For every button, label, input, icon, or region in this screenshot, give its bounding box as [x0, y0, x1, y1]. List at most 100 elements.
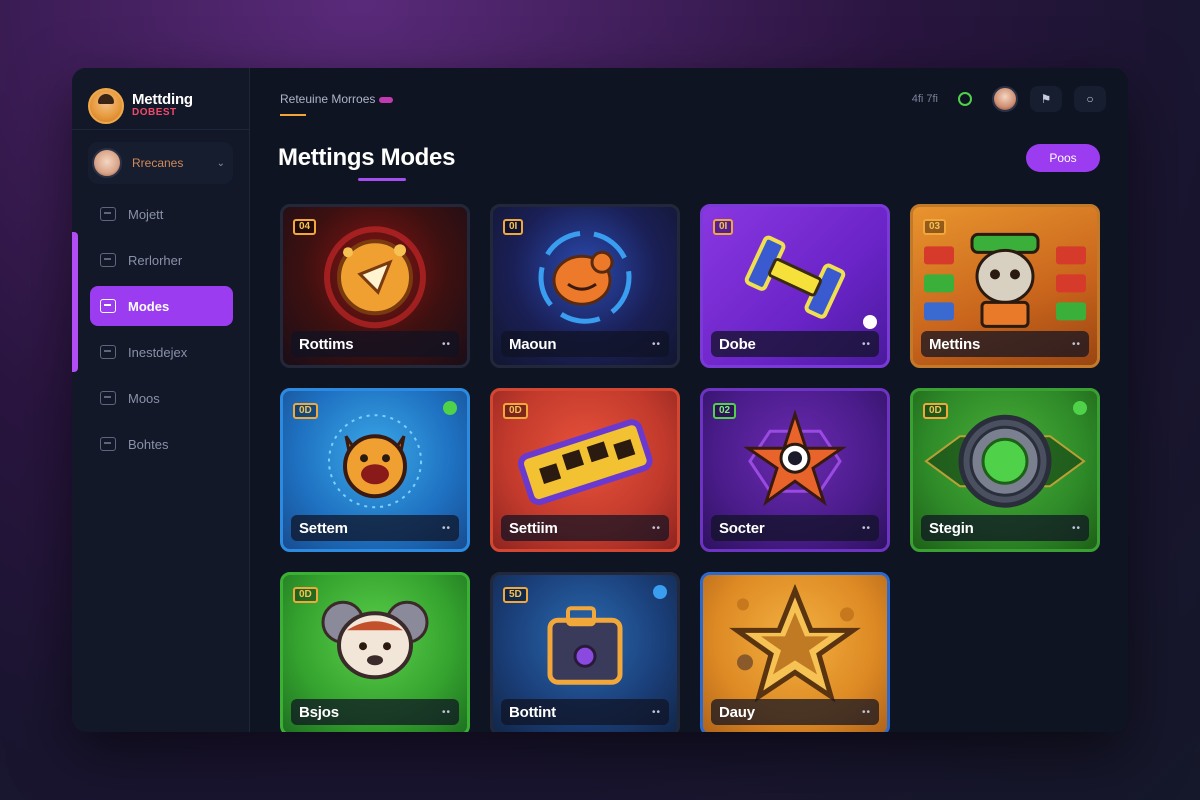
mode-card[interactable]: Dauy ••	[700, 572, 890, 732]
sidebar: Mettding DOBEST Rrecanes ⌄ Mojett Rerlor…	[72, 68, 250, 732]
diamond-icon[interactable]	[653, 585, 667, 599]
card-label: Socter	[719, 519, 765, 537]
card-label: Mettins	[929, 335, 981, 353]
list-icon	[100, 345, 116, 359]
card-label-bar: Mettins ••	[921, 331, 1089, 357]
page-header: Mettings Modes Poos	[250, 130, 1128, 178]
breadcrumb-underline	[280, 114, 306, 116]
mode-card[interactable]: 03 Mettins ••	[910, 204, 1100, 368]
card-label: Rottims	[299, 335, 354, 353]
card-label-bar: Bsjos ••	[291, 699, 459, 725]
sidebar-item-label: Inestdejex	[128, 344, 188, 360]
card-label: Settem	[299, 519, 348, 537]
main-content: Reteuine Morroes 4fi 7fi ⚑ ○ Mettings Mo…	[250, 68, 1128, 732]
profile-switcher[interactable]: Rrecanes ⌄	[88, 142, 233, 184]
vault-gear-icon	[924, 414, 1086, 508]
big-star-icon	[729, 584, 861, 703]
more-icon[interactable]: ••	[442, 523, 451, 534]
mode-card[interactable]: 0D Settem ••	[280, 388, 470, 552]
sidebar-item-label: Rerlorher	[128, 252, 183, 268]
status-text: 4fi 7fi	[911, 93, 938, 105]
sidebar-item-rerlorher[interactable]: Rerlorher	[90, 240, 233, 280]
sidebar-nav: Mojett Rerlorher Modes Inestdejex Moos B…	[72, 194, 249, 464]
card-label-bar: Bottint ••	[501, 699, 669, 725]
star-eye-icon	[743, 409, 847, 507]
shield-emblem-icon	[324, 226, 426, 329]
top-actions: 4fi 7fi ⚑ ○	[912, 86, 1106, 112]
card-label-bar: Stegin ••	[921, 515, 1089, 541]
more-icon[interactable]: ••	[652, 523, 661, 534]
modes-grid: 04 Rottims •• 0I Maoun •• 0I Dobe •• 03 …	[280, 204, 1100, 732]
koala-creature-icon	[321, 600, 429, 680]
card-label-bar: Settem ••	[291, 515, 459, 541]
card-label: Maoun	[509, 335, 557, 353]
more-icon[interactable]: ••	[442, 339, 451, 350]
card-label-bar: Settiim ••	[501, 515, 669, 541]
chevron-down-icon: ⌄	[216, 157, 225, 169]
card-label-bar: Rottims ••	[291, 331, 459, 357]
online-status-icon[interactable]	[958, 92, 972, 106]
more-icon[interactable]: ••	[862, 339, 871, 350]
more-icon[interactable]: ••	[1072, 339, 1081, 350]
nav-active-indicator	[72, 232, 78, 372]
heart-icon[interactable]	[443, 401, 457, 415]
title-underline	[358, 178, 406, 181]
briefcase-icon	[547, 606, 623, 685]
card-label-bar: Socter ••	[711, 515, 879, 541]
brand[interactable]: Mettding DOBEST	[72, 68, 249, 130]
more-icon[interactable]: ••	[442, 707, 451, 718]
mode-card[interactable]: 5D Bottint ••	[490, 572, 680, 732]
refresh-icon	[100, 391, 116, 405]
more-icon[interactable]: ••	[1072, 523, 1081, 534]
card-badge: 5D	[503, 587, 528, 603]
creature-face-icon	[328, 414, 422, 509]
sidebar-item-moos[interactable]: Moos	[90, 378, 233, 418]
modes-icon	[100, 299, 116, 313]
circle-icon: ○	[1086, 92, 1094, 106]
card-label: Bsjos	[299, 703, 339, 721]
orange-blob-icon	[538, 230, 632, 324]
settings-button[interactable]: ○	[1074, 86, 1106, 112]
brand-avatar	[88, 87, 124, 124]
brand-title: Mettding	[132, 91, 193, 109]
more-icon[interactable]: ••	[862, 523, 871, 534]
dumbbell-icon	[744, 235, 846, 319]
card-label-bar: Maoun ••	[501, 331, 669, 357]
sidebar-item-bohtes[interactable]: Bohtes	[90, 424, 233, 464]
sidebar-item-modes[interactable]: Modes	[90, 286, 233, 326]
card-label-bar: Dauy ••	[711, 699, 879, 725]
card-badge: 04	[293, 219, 317, 235]
more-icon[interactable]: ••	[652, 707, 661, 718]
sidebar-item-label: Moos	[128, 390, 160, 406]
card-label: Dauy	[719, 703, 755, 721]
more-icon[interactable]: ••	[652, 339, 661, 350]
sidebar-item-label: Mojett	[128, 206, 164, 222]
card-badge: 0I	[503, 219, 524, 235]
mode-card[interactable]: 04 Rottims ••	[280, 204, 470, 368]
grid-icon	[100, 207, 116, 221]
primary-action-button[interactable]: Poos	[1026, 144, 1100, 172]
bell-icon: ⚑	[1040, 92, 1052, 106]
mode-card[interactable]: 0D Settiim ••	[490, 388, 680, 552]
sidebar-item-mojett[interactable]: Mojett	[90, 194, 233, 234]
mode-card[interactable]: 0D Bsjos ••	[280, 572, 470, 732]
notifications-button[interactable]: ⚑	[1030, 86, 1062, 112]
card-label: Settiim	[509, 519, 558, 537]
brand-subtitle: DOBEST	[132, 107, 177, 119]
breadcrumb-text: Reteuine Morroes	[280, 92, 376, 106]
mode-card[interactable]: 0I Maoun ••	[490, 204, 680, 368]
profile-avatar	[92, 148, 122, 178]
mode-card[interactable]: 0I Dobe ••	[700, 204, 890, 368]
badge-icon	[863, 315, 877, 329]
breadcrumb[interactable]: Reteuine Morroes	[280, 92, 394, 106]
user-avatar[interactable]	[992, 86, 1018, 112]
card-badge: 0D	[293, 403, 318, 419]
card-label: Dobe	[719, 335, 756, 353]
sidebar-item-inestdejex[interactable]: Inestdejex	[90, 332, 233, 372]
mode-card[interactable]: 0D Stegin ••	[910, 388, 1100, 552]
character-board-icon	[924, 232, 1086, 328]
more-icon[interactable]: ••	[862, 707, 871, 718]
mode-card[interactable]: 02 Socter ••	[700, 388, 890, 552]
card-label-bar: Dobe ••	[711, 331, 879, 357]
app-window: Mettding DOBEST Rrecanes ⌄ Mojett Rerlor…	[72, 68, 1128, 732]
